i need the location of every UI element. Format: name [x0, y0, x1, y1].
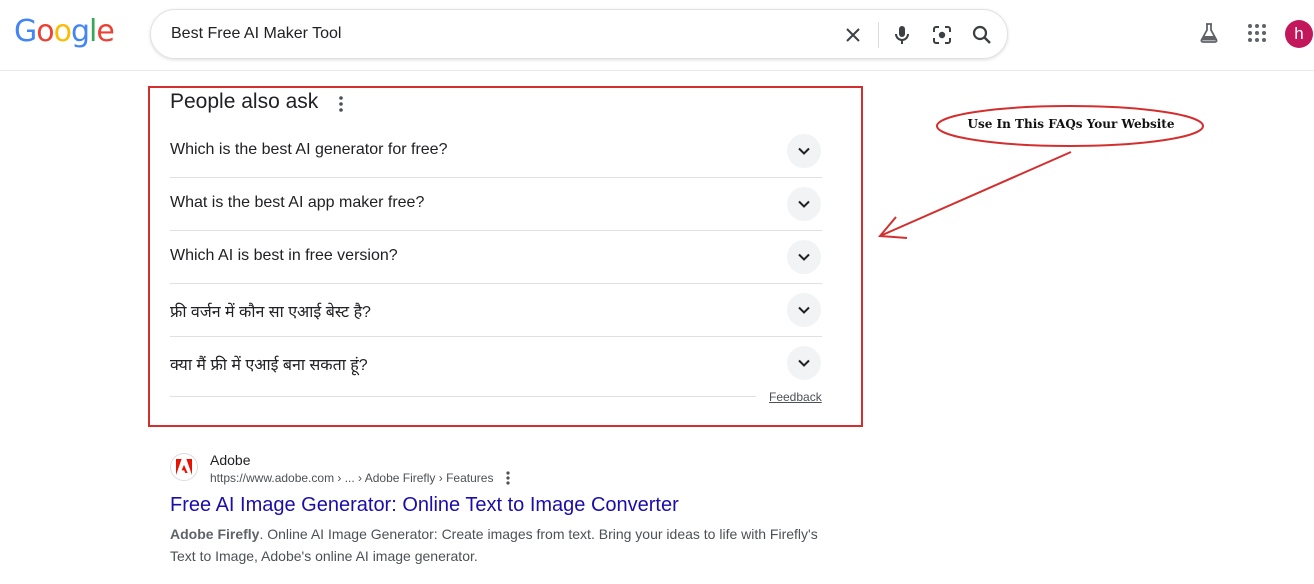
apps-grid-icon[interactable] [1245, 21, 1269, 45]
header-bar: Google Best Free AI Maker Tool h [0, 0, 1314, 71]
snippet-bold: Adobe Firefly [170, 526, 260, 542]
account-avatar[interactable]: h [1285, 20, 1313, 48]
search-icon[interactable] [970, 23, 994, 47]
labs-flask-icon[interactable] [1197, 21, 1221, 45]
paa-question-text: Which AI is best in free version? [170, 247, 398, 264]
mic-icon[interactable] [890, 23, 914, 47]
search-input[interactable]: Best Free AI Maker Tool [171, 25, 341, 43]
paa-question[interactable]: What is the best AI app maker free? [170, 178, 822, 231]
paa-question-text: Which is the best AI generator for free? [170, 141, 448, 158]
chevron-down-icon[interactable] [787, 346, 821, 380]
chevron-down-icon[interactable] [787, 293, 821, 327]
annotation-text: Use In This FAQs Your Website [967, 117, 1175, 131]
lens-icon[interactable] [930, 23, 954, 47]
chevron-down-icon[interactable] [787, 134, 821, 168]
result-url[interactable]: https://www.adobe.com › ... › Adobe Fire… [210, 471, 493, 485]
paa-question[interactable]: क्या मैं फ्री में एआई बना सकता हूं? [170, 337, 822, 390]
paa-question[interactable]: Which AI is best in free version? [170, 231, 822, 284]
paa-question[interactable]: Which is the best AI generator for free? [170, 125, 822, 178]
google-logo[interactable]: Google [14, 14, 115, 49]
paa-bottom-divider [170, 396, 756, 397]
chevron-down-icon[interactable] [787, 240, 821, 274]
adobe-logo-icon [176, 459, 192, 475]
result-snippet: Adobe Firefly. Online AI Image Generator… [170, 523, 830, 567]
close-icon[interactable] [841, 23, 865, 47]
paa-title: People also ask [170, 90, 319, 113]
search-divider [878, 22, 879, 48]
snippet-text: . Online AI Image Generator: Create imag… [170, 526, 818, 564]
search-box[interactable]: Best Free AI Maker Tool [150, 9, 1008, 59]
feedback-link[interactable]: Feedback [769, 390, 822, 404]
chevron-down-icon[interactable] [787, 187, 821, 221]
paa-question-text: फ्री वर्जन में कौन सा एआई बेस्ट है? [170, 304, 371, 321]
adobe-favicon[interactable] [170, 453, 198, 481]
paa-question-text: What is the best AI app maker free? [170, 194, 425, 211]
annotation-arrowhead [877, 216, 908, 239]
result-title-link[interactable]: Free AI Image Generator: Online Text to … [170, 494, 679, 517]
result-site-name[interactable]: Adobe [210, 452, 250, 468]
paa-question[interactable]: फ्री वर्जन में कौन सा एआई बेस्ट है? [170, 284, 822, 337]
annotation-arrow [879, 151, 1072, 237]
more-vert-icon[interactable] [501, 470, 515, 486]
more-vert-icon[interactable] [333, 94, 349, 114]
paa-question-text: क्या मैं फ्री में एआई बना सकता हूं? [170, 357, 368, 374]
